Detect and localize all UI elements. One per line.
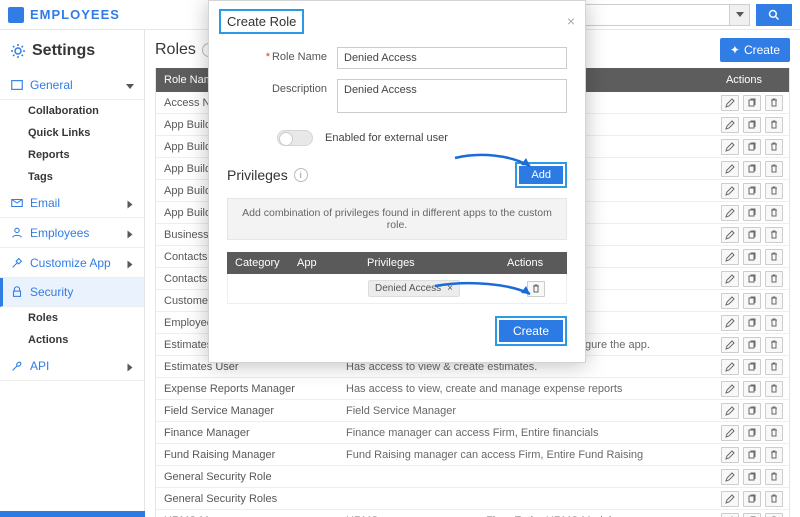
priv-table-header: Category App Privileges Actions (227, 252, 567, 274)
close-icon[interactable]: × (567, 13, 575, 29)
privileges-hint: Add combination of privileges found in d… (227, 198, 567, 240)
label-enabled-external: Enabled for external user (325, 132, 448, 144)
create-role-modal: Create Role × *Role Name Description Den… (208, 0, 586, 363)
col-category: Category (227, 257, 297, 269)
external-user-toggle[interactable] (277, 130, 313, 146)
label-description: Description (227, 79, 337, 95)
delete-button[interactable] (527, 281, 545, 297)
sidebar-bottom-accent (0, 511, 145, 517)
modal-title: Create Role (219, 9, 304, 34)
add-privilege-button[interactable]: Add (519, 166, 563, 184)
label-role-name: *Role Name (227, 47, 337, 63)
role-name-input[interactable] (337, 47, 567, 69)
col-privileges: Privileges (367, 257, 507, 269)
description-input[interactable]: Denied Access (337, 79, 567, 113)
add-privilege-highlight: Add (515, 162, 567, 188)
priv-table-row: Denied Access × (227, 274, 567, 304)
trash-icon (531, 284, 541, 294)
info-icon[interactable]: i (294, 168, 308, 182)
col-app: App (297, 257, 367, 269)
privilege-chip[interactable]: Denied Access × (368, 280, 460, 297)
col-actions: Actions (507, 257, 567, 269)
chip-remove-icon[interactable]: × (447, 283, 453, 294)
privileges-heading: Privileges (227, 167, 288, 183)
create-button[interactable]: Create (499, 320, 563, 342)
create-button-highlight: Create (495, 316, 567, 346)
chip-label: Denied Access (375, 283, 441, 294)
